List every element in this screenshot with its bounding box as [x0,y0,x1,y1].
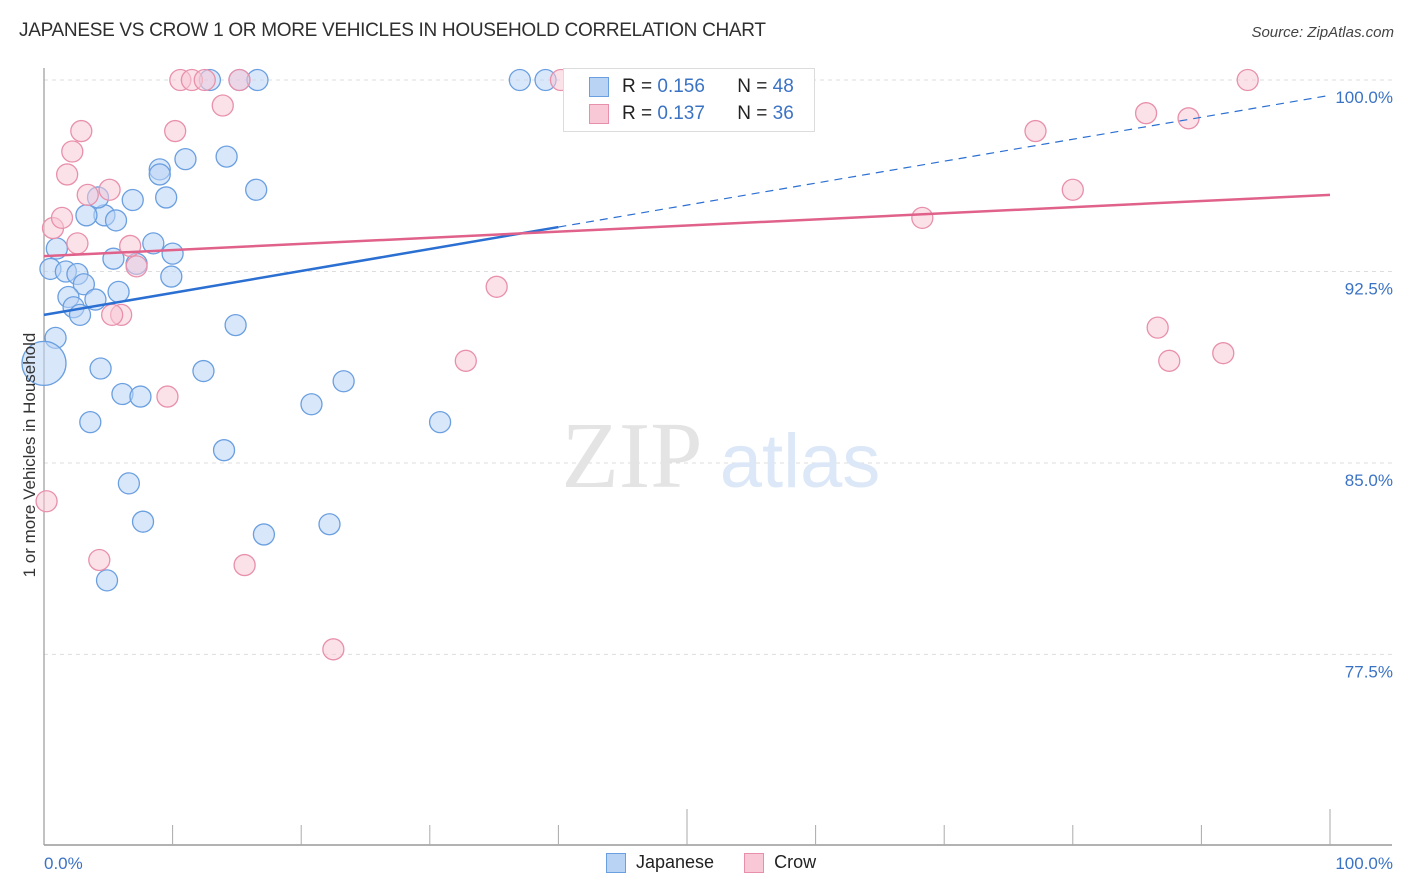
japanese-point [129,385,152,408]
japanese-point [252,523,276,546]
japanese-point [215,145,238,168]
scatter-plot: ZIP atlas 100.0%92.5%85.0%77.5%0.0% 100.0… [21,68,1393,873]
y-tick-label: 85.0% [1345,471,1393,490]
y-tick-label: 100.0% [1335,88,1393,107]
japanese-point [121,188,144,212]
crow-trend-line [43,193,1331,258]
x-tick-label: 100.0% [1335,854,1393,873]
y-axis-label: 1 or more Vehicles in Household [20,332,39,578]
crow-point [454,349,477,372]
japanese-point [155,186,178,209]
watermark-atlas: atlas [720,419,881,504]
crow-point [485,275,508,298]
tick-labels: 100.0% 92.5% 85.0% 77.5% 0.0% 100.0% [44,88,1393,873]
japanese-point [300,393,323,416]
japanese-point [117,472,141,495]
japanese-point [104,209,128,232]
crow-swatch [744,852,765,873]
series-legend: Japanese Crow [606,852,846,873]
japanese-point [245,178,268,201]
crow-point [61,140,84,163]
japanese-point [224,313,247,337]
crow-point [101,303,124,327]
japanese-point [107,280,130,304]
crow-point [156,385,179,408]
legend-item-crow[interactable]: Crow [744,852,816,873]
n-label: N = [737,76,768,97]
japanese-point [160,265,183,288]
crow-point [98,178,121,201]
crow-point [1236,68,1259,92]
japanese-point [148,163,171,186]
r-value: 0.156 [657,76,705,97]
legend-label-japanese: Japanese [636,852,715,872]
crow-point [76,183,99,207]
japanese-point [75,204,98,227]
r-value: 0.137 [657,103,705,124]
crow-point [125,255,148,278]
crow-point [88,548,111,572]
japanese-point [212,439,236,462]
crow-point [233,553,256,577]
japanese-point [192,359,215,383]
crow-point [211,94,234,117]
japanese-point [95,569,119,592]
axes [43,68,1392,846]
japanese-swatch [589,77,609,97]
japanese-point [508,68,531,92]
crow-point [1061,178,1084,201]
n-value: 36 [772,103,794,124]
crow-point [1212,342,1235,365]
japanese-point [131,510,155,533]
legend-item-japanese[interactable]: Japanese [606,852,714,873]
legend-row-crow: R = 0.137 N = 36 [589,101,794,127]
watermark-zip: ZIP [562,404,703,508]
japanese-point [161,242,184,265]
crow-point [55,163,79,186]
data-points [21,68,1259,661]
crow-point [193,68,216,92]
crow-point [66,232,89,255]
n-value: 48 [772,76,794,97]
n-label: N = [737,103,768,124]
japanese-point [79,410,102,434]
japanese-point [428,410,452,434]
crow-point [1024,119,1047,143]
crow-point [70,119,93,143]
crow-point [1134,102,1158,125]
r-label: R = [622,103,653,124]
crow-point [50,206,74,230]
japanese-point [174,147,197,171]
japanese-point [318,513,341,536]
y-tick-label: 77.5% [1345,662,1393,681]
japanese-swatch [606,852,626,873]
crow-point [164,119,187,143]
watermark: ZIP atlas [562,404,881,508]
r-label: R = [622,76,653,97]
crow-point [322,638,345,661]
legend-row-japanese: R = 0.156 N = 48 [589,74,794,100]
japanese-point [332,370,355,393]
crow-point [228,68,251,92]
y-tick-label: 92.5% [1345,279,1393,298]
legend-label-crow: Crow [774,852,817,872]
stats-legend: R = 0.156 N = 48 R = 0.137 N = 36 [563,68,815,132]
japanese-point [89,357,112,380]
crow-point [911,206,934,230]
crow-point [1158,349,1181,372]
crow-swatch [589,104,609,124]
x-tick-label: 0.0% [44,854,83,873]
crow-point [1146,316,1169,339]
